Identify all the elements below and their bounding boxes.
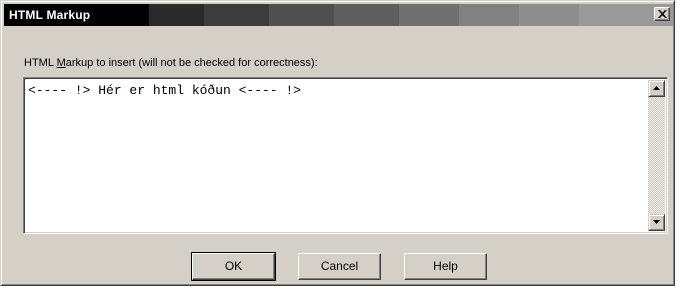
scroll-down-button[interactable]: [648, 214, 665, 231]
window-title: HTML Markup: [9, 8, 91, 22]
markup-textarea[interactable]: <---- !> Hér er html kóðun <---- !>: [23, 77, 668, 234]
markup-textarea-value[interactable]: <---- !> Hér er html kóðun <---- !>: [28, 83, 301, 98]
help-button[interactable]: Help: [404, 253, 487, 280]
markup-label: HTML Markup to insert (will not be check…: [24, 57, 318, 69]
scroll-up-button[interactable]: [648, 80, 665, 97]
arrow-up-icon: [653, 86, 660, 90]
close-button[interactable]: [654, 7, 670, 21]
cancel-button[interactable]: Cancel: [298, 253, 381, 280]
vertical-scrollbar[interactable]: [648, 80, 665, 231]
markup-label-rest: arkup to insert (will not be checked for…: [65, 57, 318, 69]
html-markup-dialog: HTML Markup HTML Markup to insert (will …: [0, 0, 675, 286]
markup-label-prefix: HTML: [24, 57, 57, 69]
title-bar[interactable]: HTML Markup: [4, 4, 673, 26]
ok-button[interactable]: OK: [191, 252, 276, 281]
close-icon: [658, 10, 667, 18]
arrow-down-icon: [653, 220, 660, 224]
markup-label-accelerator: M: [56, 57, 66, 69]
